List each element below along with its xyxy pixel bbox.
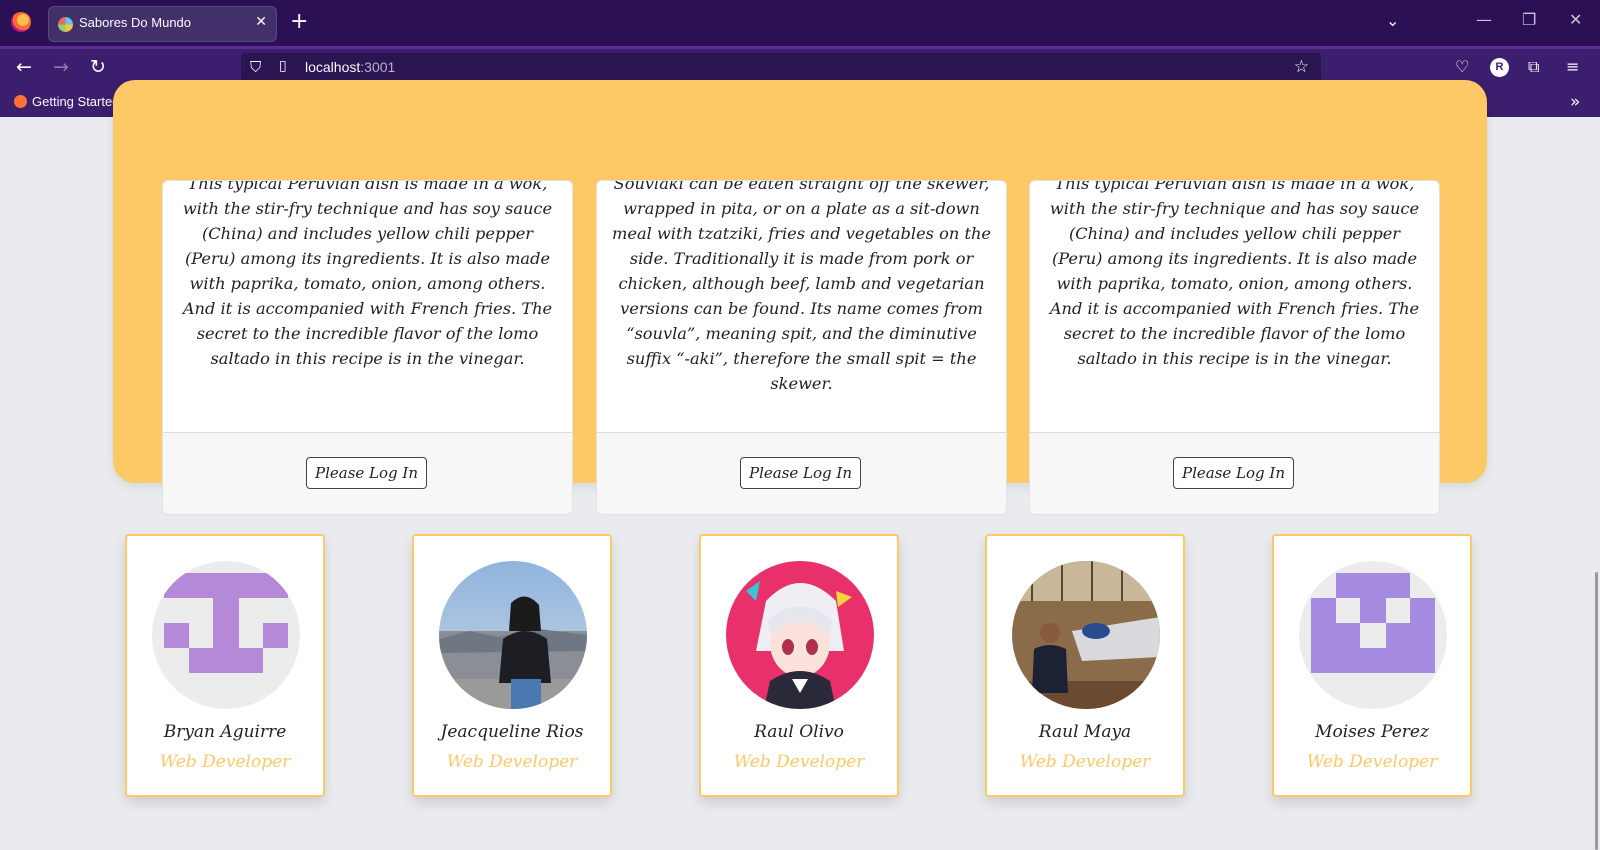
recipe-card: Souvlaki can be eaten straight off the s… xyxy=(596,180,1007,515)
team-member-card: Bryan Aguirre Web Developer xyxy=(125,534,325,797)
team-member-name: Raul Maya xyxy=(1038,722,1132,742)
team-member-name: Moises Perez xyxy=(1315,722,1429,742)
team-member-name: Bryan Aguirre xyxy=(163,722,287,742)
team-member-card: Jeacqueline Rios Web Developer xyxy=(412,534,612,797)
team-member-role: Web Developer xyxy=(1306,752,1438,772)
tracking-shield-icon[interactable]: ⛉ xyxy=(250,58,261,76)
browser-tab-bar: Sabores Do Mundo ✕ + ⌄ — ❐ ✕ xyxy=(0,0,1600,46)
pocket-icon[interactable]: ♡ xyxy=(1455,57,1469,76)
site-favicon-icon xyxy=(58,17,73,32)
url-bar[interactable]: ⛉ ▯ localhost:3001 ☆ xyxy=(241,53,1321,83)
forward-arrow-icon[interactable]: → xyxy=(53,56,69,78)
team-member-role: Web Developer xyxy=(159,752,291,772)
identicon-icon xyxy=(1299,561,1447,709)
reload-icon[interactable]: ↻ xyxy=(90,56,106,78)
photo-avatar xyxy=(439,561,587,709)
recipe-description: This typical Peruvian dish is made in a … xyxy=(182,180,553,368)
team-member-card: Raul Maya Web Developer xyxy=(985,534,1185,797)
identicon-icon xyxy=(152,561,300,709)
please-log-in-button[interactable]: Please Log In xyxy=(1173,457,1295,489)
restore-window-icon[interactable]: ❐ xyxy=(1522,10,1536,29)
account-avatar[interactable]: R xyxy=(1490,58,1509,77)
hamburger-menu-icon[interactable]: ≡ xyxy=(1566,57,1579,76)
recipe-card-footer: Please Log In xyxy=(1030,432,1439,514)
list-tabs-chevron-icon[interactable]: ⌄ xyxy=(1386,11,1399,30)
bookmark-item[interactable]: Getting Started xyxy=(14,94,119,109)
recipe-card-footer: Please Log In xyxy=(597,432,1006,514)
back-arrow-icon[interactable]: ← xyxy=(16,56,32,78)
team-member-name: Jeacqueline Rios xyxy=(440,722,584,742)
team-member-card: Raul Olivo Web Developer xyxy=(699,534,899,797)
recipe-card: This typical Peruvian dish is made in a … xyxy=(162,180,573,515)
bookmark-star-icon[interactable]: ☆ xyxy=(1294,57,1309,77)
url-text[interactable]: localhost:3001 xyxy=(305,59,395,75)
anime-avatar xyxy=(726,561,874,709)
please-log-in-button[interactable]: Please Log In xyxy=(306,457,428,489)
browser-tab[interactable]: Sabores Do Mundo ✕ xyxy=(49,7,276,41)
team-member-role: Web Developer xyxy=(733,752,865,772)
firefox-icon xyxy=(14,95,27,108)
page-info-icon[interactable]: ▯ xyxy=(279,58,287,74)
recipes-section: This typical Peruvian dish is made in a … xyxy=(113,80,1487,515)
recipe-card-footer: Please Log In xyxy=(163,432,572,514)
tab-title: Sabores Do Mundo xyxy=(79,15,192,30)
team-member-name: Raul Olivo xyxy=(754,722,844,742)
extensions-puzzle-icon[interactable]: ⧉ xyxy=(1528,57,1539,77)
more-bookmarks-chevron-icon[interactable]: » xyxy=(1570,92,1580,112)
please-log-in-button[interactable]: Please Log In xyxy=(740,457,862,489)
bookmark-label: Getting Started xyxy=(32,94,120,109)
new-tab-icon[interactable]: + xyxy=(290,9,308,34)
recipe-description: Souvlaki can be eaten straight off the s… xyxy=(612,180,991,393)
close-tab-icon[interactable]: ✕ xyxy=(255,14,267,30)
team-member-card: Moises Perez Web Developer xyxy=(1272,534,1472,797)
page-scrollbar[interactable] xyxy=(1588,117,1600,850)
scrollbar-thumb[interactable] xyxy=(1595,572,1598,850)
close-window-icon[interactable]: ✕ xyxy=(1569,10,1582,29)
recipe-description: This typical Peruvian dish is made in a … xyxy=(1049,180,1420,368)
firefox-logo-icon[interactable] xyxy=(11,12,31,32)
team-member-role: Web Developer xyxy=(1019,752,1151,772)
team-member-role: Web Developer xyxy=(446,752,578,772)
photo-avatar xyxy=(1012,561,1160,709)
recipe-card: This typical Peruvian dish is made in a … xyxy=(1029,180,1440,515)
minimize-icon[interactable]: — xyxy=(1476,10,1492,29)
